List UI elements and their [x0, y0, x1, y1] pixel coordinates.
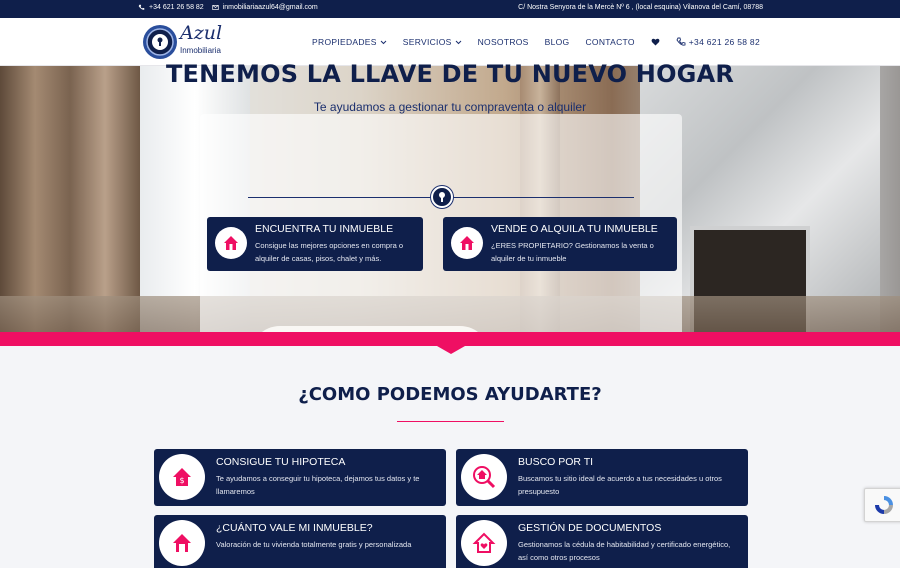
nav-item-contacto[interactable]: CONTACTO [585, 37, 634, 47]
house-heart-icon [461, 520, 507, 566]
hero-card-text: ¿ERES PROPIETARIO? Gestionamos la venta … [491, 241, 654, 263]
top-bar-email[interactable]: inmobiliariaazul64@gmail.com [212, 4, 318, 11]
heart-icon [651, 38, 660, 46]
service-card-title: GESTIÓN DE DOCUMENTOS [518, 522, 662, 534]
top-bar-contact: +34 621 26 58 82 inmobiliariaazul64@gmai… [138, 4, 318, 11]
svg-text:$: $ [179, 476, 184, 485]
house-money-icon: $ [159, 454, 205, 500]
house-icon [159, 520, 205, 566]
main-nav: PROPIEDADES SERVICIOS NOSOTROS BLOG CONT… [312, 18, 760, 66]
site-header: Azul Inmobiliaria PROPIEDADES SERVICIOS … [0, 18, 900, 66]
hero-card-text: Consigue las mejores opciones en compra … [255, 241, 403, 263]
service-card-text: Te ayudamos a conseguir tu hipoteca, dej… [216, 474, 420, 496]
house-icon [215, 227, 247, 259]
favorites-button[interactable] [651, 38, 660, 46]
service-card-search[interactable]: BUSCO POR TI Buscamos tu sitio ideal de … [456, 449, 748, 506]
nav-item-label: PROPIEDADES [312, 37, 377, 47]
mail-icon [212, 5, 219, 10]
nav-item-nosotros[interactable]: NOSOTROS [478, 37, 529, 47]
top-bar-email-text: inmobiliariaazul64@gmail.com [222, 4, 318, 11]
logo-emblem-icon [143, 25, 177, 59]
recaptcha-icon [875, 496, 893, 514]
house-search-icon [461, 454, 507, 500]
top-bar-phone[interactable]: +34 621 26 58 82 [138, 4, 204, 11]
service-card-text: Gestionamos la cédula de habitabilidad y… [518, 540, 731, 562]
hero-card-find[interactable]: ENCUENTRA TU INMUEBLE Consigue las mejor… [207, 217, 423, 271]
top-bar: +34 621 26 58 82 inmobiliariaazul64@gmai… [0, 0, 900, 18]
service-card-text: Valoración de tu vivienda totalmente gra… [216, 540, 412, 549]
chevron-down-icon [380, 40, 387, 44]
phone-ring-icon [676, 37, 686, 46]
service-card-text: Buscamos tu sitio ideal de acuerdo a tus… [518, 474, 722, 496]
service-card-documents[interactable]: GESTIÓN DE DOCUMENTOS Gestionamos la céd… [456, 515, 748, 568]
service-card-title: ¿CUÁNTO VALE MI INMUEBLE? [216, 522, 373, 534]
service-card-mortgage[interactable]: $ CONSIGUE TU HIPOTECA Te ayudamos a con… [154, 449, 446, 506]
site-logo[interactable]: Azul Inmobiliaria [142, 22, 242, 64]
nav-item-label: BLOG [544, 37, 570, 47]
section-title: ¿COMO PODEMOS AYUDARTE? [298, 384, 602, 405]
nav-item-propiedades[interactable]: PROPIEDADES [312, 37, 387, 47]
nav-item-blog[interactable]: BLOG [545, 37, 570, 47]
logo-subtitle: Inmobiliaria [180, 46, 221, 55]
nav-item-label: CONTACTO [585, 37, 635, 47]
hero-subtitle: Te ayudamos a gestionar tu compraventa o… [313, 100, 587, 114]
nav-item-label: NOSOTROS [477, 37, 529, 47]
service-card-title: BUSCO POR TI [518, 456, 594, 468]
nav-phone-text: +34 621 26 58 82 [688, 37, 760, 47]
top-bar-phone-text: +34 621 26 58 82 [149, 4, 204, 11]
recaptcha-badge[interactable] [864, 488, 900, 522]
pink-arrow [437, 346, 465, 354]
top-bar-address: C/ Nostra Senyora de la Mercè Nº 6 , (lo… [518, 4, 763, 11]
section-divider [397, 421, 504, 422]
hero-card-title: ENCUENTRA TU INMUEBLE [255, 223, 394, 235]
nav-item-servicios[interactable]: SERVICIOS [403, 37, 462, 47]
pink-band [0, 332, 900, 346]
keyhole-icon [431, 186, 453, 208]
logo-name: Azul [180, 22, 223, 44]
house-icon [451, 227, 483, 259]
nav-phone[interactable]: +34 621 26 58 82 [676, 37, 760, 47]
service-card-valuation[interactable]: ¿CUÁNTO VALE MI INMUEBLE? Valoración de … [154, 515, 446, 568]
nav-item-label: SERVICIOS [402, 37, 452, 47]
phone-icon [138, 4, 145, 10]
service-card-title: CONSIGUE TU HIPOTECA [216, 456, 346, 468]
chevron-down-icon [455, 40, 461, 44]
hero-title: TENEMOS LA LLAVE DE TU NUEVO HOGAR [165, 60, 735, 88]
hero-card-title: VENDE O ALQUILA TU INMUEBLE [491, 223, 658, 235]
hero-card-sell[interactable]: VENDE O ALQUILA TU INMUEBLE ¿ERES PROPIE… [443, 217, 677, 271]
